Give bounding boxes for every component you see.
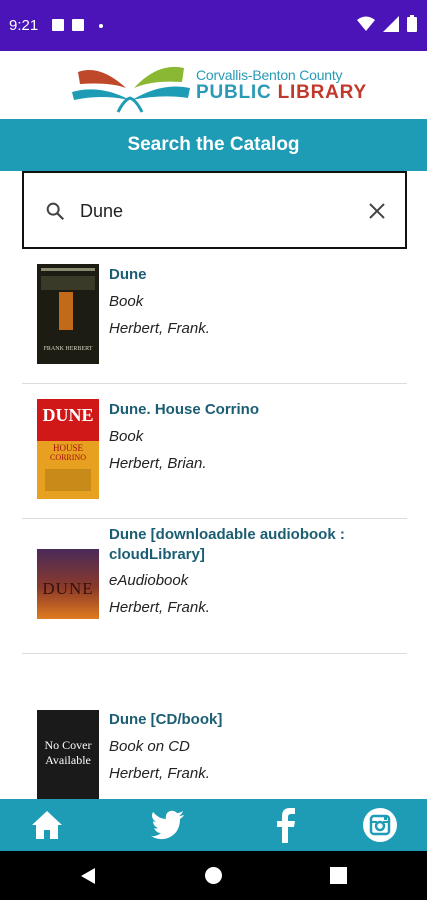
status-bar: 9:21 — [0, 0, 427, 51]
recents-icon[interactable] — [330, 867, 347, 884]
list-item[interactable]: DUNE HOUSE CORRINO Dune. House Corrino B… — [22, 384, 407, 518]
result-format: eAudiobook — [109, 572, 189, 589]
library-logo — [72, 66, 190, 113]
search-input[interactable] — [80, 193, 360, 229]
book-cover: DUNE — [37, 549, 99, 619]
battery-icon — [407, 15, 417, 32]
result-author: Herbert, Frank. — [109, 765, 210, 782]
result-title[interactable]: Dune. House Corrino — [109, 400, 389, 420]
cover-title: DUNE — [42, 579, 94, 598]
result-title[interactable]: Dune [downloadable audiobook : cloudLibr… — [109, 525, 389, 565]
result-format: Book — [109, 293, 144, 310]
no-cover-text: No Cover Available — [37, 738, 99, 768]
search-icon[interactable] — [44, 200, 66, 222]
cover-author: FRANK HERBERT — [43, 346, 93, 352]
notification-icon — [52, 19, 64, 31]
result-author: Herbert, Frank. — [109, 320, 210, 337]
list-item[interactable]: FRANK HERBERT Dune Book Herbert, Frank. — [22, 249, 407, 383]
instagram-icon[interactable] — [362, 807, 398, 843]
result-title-line1: Dune [downloadable audiobook : — [109, 526, 345, 543]
back-icon[interactable] — [80, 867, 96, 885]
notification-icon — [72, 19, 84, 31]
logo-library-text: PUBLIC LIBRARY — [196, 82, 367, 104]
wifi-icon — [357, 16, 375, 31]
facebook-icon[interactable] — [268, 807, 304, 843]
result-format: Book on CD — [109, 738, 190, 755]
book-cover: DUNE HOUSE CORRINO — [37, 399, 99, 499]
logo-public: PUBLIC — [196, 82, 272, 103]
result-title-line2: cloudLibrary] — [109, 546, 205, 563]
cover-subtitle: HOUSE — [52, 443, 83, 453]
page-title: Search the Catalog — [0, 119, 427, 171]
search-box — [22, 171, 407, 249]
result-title[interactable]: Dune [CD/book] — [109, 710, 389, 730]
clear-icon[interactable] — [367, 201, 387, 221]
list-item[interactable]: No Cover Available Dune [CD/book] Book o… — [22, 654, 407, 799]
logo-library: LIBRARY — [277, 82, 367, 103]
list-item[interactable]: DUNE Dune [downloadable audiobook : clou… — [22, 519, 407, 653]
signal-icon — [383, 15, 399, 32]
cover-subtitle: CORRINO — [49, 453, 86, 462]
result-title[interactable]: Dune — [109, 265, 389, 285]
status-time: 9:21 — [9, 17, 39, 34]
more-notifications-icon — [99, 24, 103, 28]
system-nav-bar — [0, 851, 427, 900]
logo-county-text: Corvallis-Benton County — [196, 67, 343, 83]
no-cover-line2: Available — [45, 753, 91, 767]
home-icon[interactable] — [29, 807, 65, 843]
status-icons — [357, 15, 417, 32]
home-button-icon[interactable] — [204, 866, 223, 885]
results-list: FRANK HERBERT Dune Book Herbert, Frank. … — [0, 249, 427, 799]
no-cover-line1: No Cover — [44, 738, 92, 752]
bottom-nav — [0, 799, 427, 851]
book-cover: No Cover Available — [37, 710, 99, 799]
library-header: Corvallis-Benton County PUBLIC LIBRARY — [0, 51, 427, 119]
twitter-icon[interactable] — [150, 807, 186, 843]
result-author: Herbert, Brian. — [109, 455, 207, 472]
result-format: Book — [109, 428, 144, 445]
cover-title: DUNE — [42, 405, 94, 425]
book-cover: FRANK HERBERT — [37, 264, 99, 364]
result-author: Herbert, Frank. — [109, 599, 210, 616]
